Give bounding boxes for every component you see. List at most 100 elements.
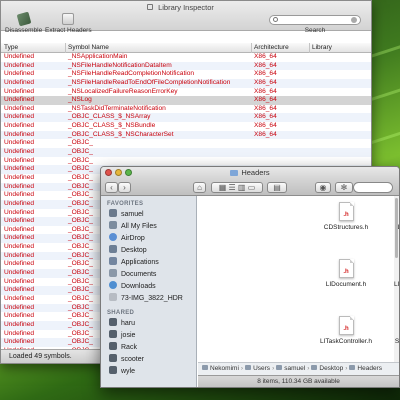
path-crumb[interactable]: Users [245, 365, 270, 372]
view-mode-segmented[interactable]: ▦ ☰ ▥ ▭ [211, 182, 263, 193]
finder-titlebar[interactable]: Headers [101, 167, 399, 178]
arrange-button[interactable]: ▤ [267, 182, 287, 193]
action-gear-button[interactable]: ✻ [335, 182, 353, 193]
row-type-cell: Undefined [4, 312, 35, 320]
row-type-cell: Undefined [4, 139, 35, 147]
home-icon-button[interactable]: ⌂ [193, 182, 206, 193]
path-crumb[interactable]: Desktop [311, 365, 343, 372]
sidebar-item-applications[interactable]: Applications [101, 257, 196, 269]
sidebar-item-label: samuel [121, 211, 144, 218]
table-row[interactable]: Undefined _NSLocalizedFailureReasonErrorK… [1, 88, 371, 97]
extract-headers-label: Extract Headers [45, 27, 92, 34]
row-arch-cell: X86_64 [254, 87, 277, 95]
sidebar-item-josie[interactable]: josie [101, 330, 196, 342]
documents-icon [109, 269, 117, 277]
disassemble-button[interactable]: Disassemble [5, 11, 42, 34]
row-symbol-cell: _OBJC_ [68, 182, 93, 190]
sidebar-item-label: josie [121, 332, 136, 339]
computer-icon [109, 342, 117, 350]
path-crumb[interactable]: samuel [276, 365, 305, 372]
folder-icon [276, 365, 283, 370]
column-header-symbol[interactable]: Symbol Name [65, 43, 109, 53]
row-type-cell: Undefined [4, 182, 35, 190]
table-row[interactable]: Undefined _NSTaskDidTerminateNotification… [1, 105, 371, 114]
file-item[interactable]: .h LITaskController.h [308, 316, 384, 346]
row-symbol-cell: _NSApplicationMain [68, 53, 128, 60]
row-symbol-cell: _OBJC_ [68, 294, 93, 302]
row-symbol-cell: _OBJC_CLASS_$_NSCharacterSet [68, 130, 174, 138]
row-type-cell: Undefined [4, 234, 35, 242]
file-item[interactable]: .hLIExtractHeadersController.h [394, 259, 399, 289]
row-type-cell: Undefined [4, 104, 35, 112]
table-row[interactable]: Undefined _NSFileHandleReadToEndOfFileCom… [1, 78, 371, 88]
sidebar-item-73-img-3822-hdr[interactable]: 73-IMG_3822_HDR [101, 293, 196, 305]
row-type-cell: Undefined [4, 243, 35, 251]
row-type-cell: Undefined [4, 269, 35, 277]
file-name: LIApplicationDelegate.h [394, 224, 399, 232]
file-item[interactable]: .hSWBufferedPipeReader.h [394, 316, 400, 346]
folder-icon [311, 365, 318, 370]
column-header-architecture[interactable]: Architecture [251, 43, 289, 53]
sidebar-item-label: haru [121, 320, 136, 327]
path-separator-icon: › [345, 365, 348, 372]
row-type-cell: Undefined [4, 329, 35, 337]
table-row[interactable]: Undefined _NSFileHandleReadCompletionNoti… [1, 70, 371, 79]
back-button[interactable]: ‹ [105, 182, 118, 193]
table-row[interactable]: Undefined _OBJC_ [1, 157, 371, 166]
file-item[interactable]: .hLIApplicationDelegate.h [394, 202, 399, 232]
path-crumb-label: Desktop [319, 365, 344, 372]
quick-look-button[interactable]: ◉ [315, 182, 331, 193]
file-name: SWBufferedPipeReader.h [394, 338, 400, 345]
table-row[interactable]: Undefined _NSApplicationMain X86_64 [1, 53, 371, 62]
table-row[interactable]: Undefined _OBJC_CLASS_$_NSArray X86_64 [1, 113, 371, 123]
path-crumb[interactable]: Nekomimi [202, 365, 239, 372]
sidebar-item-label: All My Files [121, 223, 157, 230]
row-symbol-cell: _OBJC_CLASS_$_NSArray [68, 113, 151, 121]
file-item[interactable]: .h LIDocument.h [308, 259, 384, 289]
clear-search-icon[interactable] [351, 17, 357, 23]
li-search-input[interactable] [269, 15, 361, 25]
path-separator-icon: › [240, 365, 244, 372]
row-type-cell: Undefined [4, 70, 35, 78]
sidebar-item-desktop[interactable]: Desktop [101, 245, 196, 257]
header-file-icon: .h [338, 202, 354, 221]
sidebar-item-scooter[interactable]: scooter [101, 354, 196, 366]
row-arch-cell: X86_64 [254, 104, 277, 112]
column-header-library[interactable]: Library [309, 43, 332, 53]
table-row[interactable]: Undefined _NSFileHandleNotificationDataIt… [1, 61, 371, 71]
table-row[interactable]: Undefined _OBJC_CLASS_$_NSBundle X86_64 [1, 122, 371, 131]
row-symbol-cell: _OBJC_ [68, 148, 93, 156]
sidebar-item-wyle[interactable]: wyle [101, 366, 196, 378]
row-symbol-cell: _OBJC_ [68, 286, 93, 294]
disk-icon [109, 293, 117, 301]
row-symbol-cell: _NSFileHandleNotificationDataItem [68, 61, 172, 69]
row-type-cell: Undefined [4, 338, 35, 346]
row-arch-cell: X86_64 [254, 70, 277, 78]
row-symbol-cell: _OBJC_ [68, 173, 93, 181]
path-crumb[interactable]: Headers [349, 365, 382, 372]
li-search-label: Search [304, 27, 326, 34]
path-crumb-label: Nekomimi [210, 365, 239, 372]
table-row[interactable]: Undefined _OBJC_ [1, 148, 371, 157]
sidebar-item-all-my-files[interactable]: All My Files [101, 221, 196, 233]
row-symbol-cell: _OBJC_ [68, 320, 93, 328]
extract-headers-button[interactable]: Extract Headers [45, 13, 92, 34]
sidebar-item-airdrop[interactable]: AirDrop [101, 233, 196, 245]
table-row[interactable]: Undefined _OBJC_ [1, 139, 371, 148]
file-item[interactable]: .h CDStructures.h [308, 202, 384, 232]
sidebar-item-downloads[interactable]: Downloads [101, 281, 196, 293]
table-row[interactable]: Undefined _NSLog X86_64 [1, 96, 371, 105]
folder-icon [245, 365, 252, 370]
sidebar-item-haru[interactable]: haru [101, 318, 196, 330]
table-row[interactable]: Undefined _OBJC_CLASS_$_NSCharacterSet X86… [1, 130, 371, 140]
row-arch-cell: X86_64 [254, 53, 277, 60]
row-type-cell: Undefined [4, 165, 35, 173]
sidebar-item-rack[interactable]: Rack [101, 342, 196, 354]
sidebar-item-samuel[interactable]: samuel [101, 209, 196, 221]
sidebar-item-documents[interactable]: Documents [101, 269, 196, 281]
path-crumb-label: Headers [357, 365, 382, 372]
forward-button[interactable]: › [118, 182, 131, 193]
finder-search-input[interactable] [353, 182, 393, 193]
column-header-type[interactable]: Type [4, 44, 18, 51]
folder-icon [230, 170, 239, 177]
